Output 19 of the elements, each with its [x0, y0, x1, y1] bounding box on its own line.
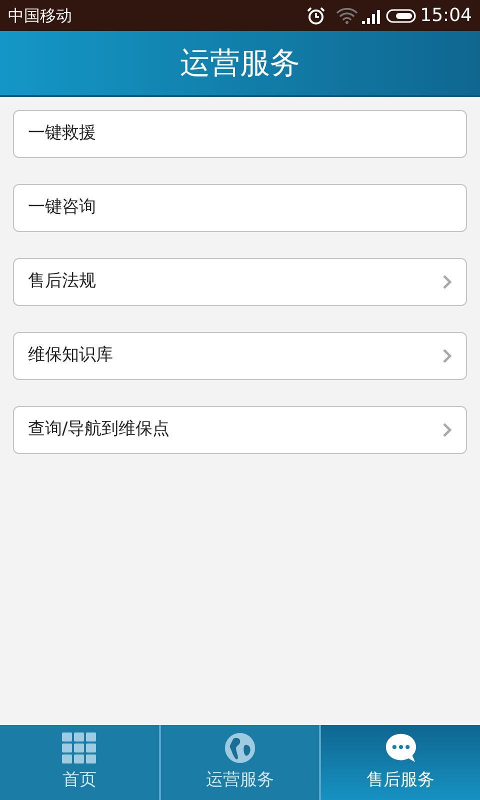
chevron-right-icon: [442, 422, 452, 438]
menu-item[interactable]: 一键咨询: [13, 184, 467, 232]
tab[interactable]: 运营服务: [158, 725, 320, 800]
tab[interactable]: 售后服务: [319, 725, 480, 800]
chevron-right-icon: [442, 274, 452, 290]
grid-icon: [62, 732, 96, 764]
page-title: 运营服务: [180, 44, 300, 82]
carrier-name: 中国移动: [8, 4, 72, 26]
menu-item[interactable]: 维保知识库: [13, 332, 467, 380]
menu-item[interactable]: 查询/导航到维保点: [13, 406, 467, 454]
wifi-icon: [336, 8, 358, 24]
clock-time: 15:04: [420, 4, 472, 28]
menu-item[interactable]: 一键救援: [13, 110, 467, 158]
chat-icon: [384, 732, 418, 764]
alarm-icon: [306, 6, 326, 26]
globe-icon: [223, 732, 257, 764]
battery-icon: [386, 8, 418, 24]
chevron-right-icon: [442, 348, 452, 364]
menu-item[interactable]: 售后法规: [13, 258, 467, 306]
